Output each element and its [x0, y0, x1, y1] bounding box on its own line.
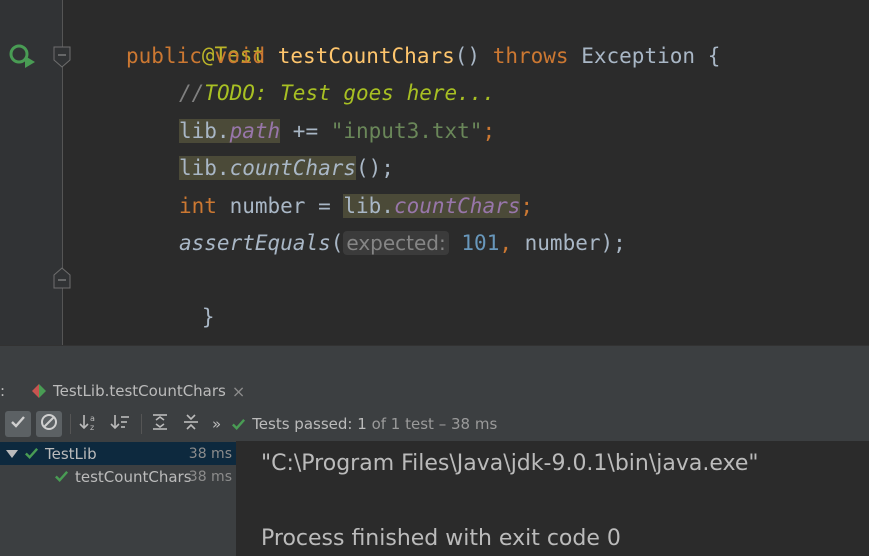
passed-check-icon: [54, 469, 69, 484]
semicolon: ;: [520, 194, 534, 218]
panel-splitter[interactable]: [0, 345, 869, 376]
tree-label: TestLib: [45, 444, 97, 463]
keyword-throws: throws: [492, 44, 569, 68]
plus-assign-op: +=: [280, 119, 331, 143]
run-config-tab[interactable]: TestLib.testCountChars ×: [22, 375, 258, 407]
lib-object: lib.: [343, 194, 394, 218]
show-passed-button[interactable]: [5, 411, 31, 437]
lib-countchars-ref: lib.countChars: [343, 194, 521, 218]
test-status: Tests passed: 1 of 1 test – 38 ms: [252, 415, 497, 433]
code-line-path: lib.path += "input3.txt";: [179, 113, 495, 150]
passed-check-icon: [24, 446, 39, 461]
code-line-annotation: @Test: [126, 0, 265, 67]
tests-duration: – 38 ms: [438, 415, 498, 433]
lib-countchars-call: lib.countChars: [179, 156, 357, 180]
code-line-todo: //TODO: Test goes here...: [179, 75, 495, 112]
keyword-public: public: [126, 44, 202, 68]
comma: ,: [499, 231, 512, 255]
code-line-assert: assertEquals(expected: 101, number);: [179, 225, 626, 262]
test-tree: TestLib 38 ms testCountChars 38 ms: [0, 441, 237, 556]
sort-by-duration-button[interactable]: [107, 411, 133, 437]
tests-passed-prefix: Tests passed:: [252, 415, 353, 433]
tree-label: testCountChars: [75, 467, 192, 486]
expected-number: 101: [461, 231, 500, 255]
tool-window-edge-label: :: [0, 382, 6, 400]
sort-alpha-icon: az: [79, 413, 99, 435]
lib-object: lib.: [179, 156, 230, 180]
code-line-countchars: lib.countChars();: [179, 150, 394, 187]
method-name: testCountChars: [277, 44, 455, 68]
semicolon: ;: [482, 119, 496, 143]
toolbar-divider: [141, 414, 142, 434]
method-parens: (): [454, 44, 481, 68]
console-line-command: "C:\Program Files\Java\jdk-9.0.1\bin\jav…: [261, 451, 759, 476]
number-declaration: number =: [216, 194, 344, 218]
fold-end-icon[interactable]: [53, 267, 71, 289]
keyword-void: void: [214, 44, 266, 68]
fold-start-icon[interactable]: [53, 46, 71, 68]
test-runner-toolbar: az » Tests passed: 1 of 1 test – 38 ms: [0, 407, 869, 442]
exception-type: Exception: [581, 44, 696, 68]
sort-alphabetically-button[interactable]: az: [76, 411, 102, 437]
code-line-number: int number = lib.countChars;: [179, 188, 533, 225]
closing-brace: }: [201, 305, 215, 329]
tree-row-testlib[interactable]: TestLib 38 ms: [0, 442, 236, 465]
tree-row-testcountchars[interactable]: testCountChars 38 ms: [0, 465, 236, 488]
collapse-all-icon: [182, 413, 200, 435]
code-area[interactable]: @Test public void testCountChars() throw…: [126, 0, 869, 345]
collapse-all-button[interactable]: [178, 411, 204, 437]
code-editor[interactable]: @Test public void testCountChars() throw…: [0, 0, 869, 345]
expand-arrow-icon[interactable]: [6, 449, 18, 459]
code-line-closing: }: [126, 262, 215, 329]
tests-passed-count: 1: [357, 415, 367, 433]
run-test-icon[interactable]: [8, 42, 36, 72]
expand-all-button[interactable]: [147, 411, 173, 437]
tests-total: of 1 test: [371, 415, 434, 433]
lib-object: lib.: [179, 119, 230, 143]
number-argument: number: [512, 231, 601, 255]
parameter-hint: expected:: [343, 231, 449, 255]
run-tab-bar: : TestLib.testCountChars ×: [0, 375, 869, 408]
todo-comment: TODO: Test goes here...: [204, 81, 496, 105]
svg-text:z: z: [90, 423, 94, 431]
tree-time: 38 ms: [188, 468, 232, 485]
keyword-int: int: [179, 194, 217, 218]
assertequals-method: assertEquals: [179, 231, 331, 255]
console-line-exit: Process finished with exit code 0: [261, 526, 621, 551]
console-output[interactable]: "C:\Program Files\Java\jdk-9.0.1\bin\jav…: [237, 441, 869, 556]
expand-all-icon: [151, 413, 169, 435]
path-field: path: [229, 119, 281, 143]
call-parens: ();: [356, 156, 394, 180]
run-config-tab-label: TestLib.testCountChars: [53, 382, 226, 400]
input-file-string: "input3.txt": [330, 119, 483, 143]
sort-duration-icon: [110, 413, 130, 435]
lib-path-ref: lib.path: [179, 119, 281, 143]
tree-time: 38 ms: [188, 445, 232, 462]
comment-slashes: //: [179, 81, 205, 105]
code-line-signature: public void testCountChars() throws Exce…: [126, 38, 720, 75]
countchars-method: countChars: [229, 156, 357, 180]
more-actions-button[interactable]: »: [212, 415, 221, 433]
close-tab-icon[interactable]: ×: [232, 382, 245, 401]
run-config-icon: [32, 384, 46, 398]
close-paren: );: [600, 231, 626, 255]
ignored-icon: [40, 413, 58, 435]
svg-text:a: a: [90, 414, 95, 423]
editor-gutter: [0, 0, 71, 345]
countchars-field: countChars: [393, 194, 521, 218]
toolbar-divider: [70, 414, 71, 434]
open-brace: {: [707, 44, 721, 68]
show-ignored-button[interactable]: [36, 411, 62, 437]
open-paren: (: [330, 231, 344, 255]
check-icon: [10, 414, 26, 434]
tests-passed-icon: [231, 417, 246, 432]
run-tool-window: : TestLib.testCountChars × a z » Tests p…: [0, 375, 869, 556]
